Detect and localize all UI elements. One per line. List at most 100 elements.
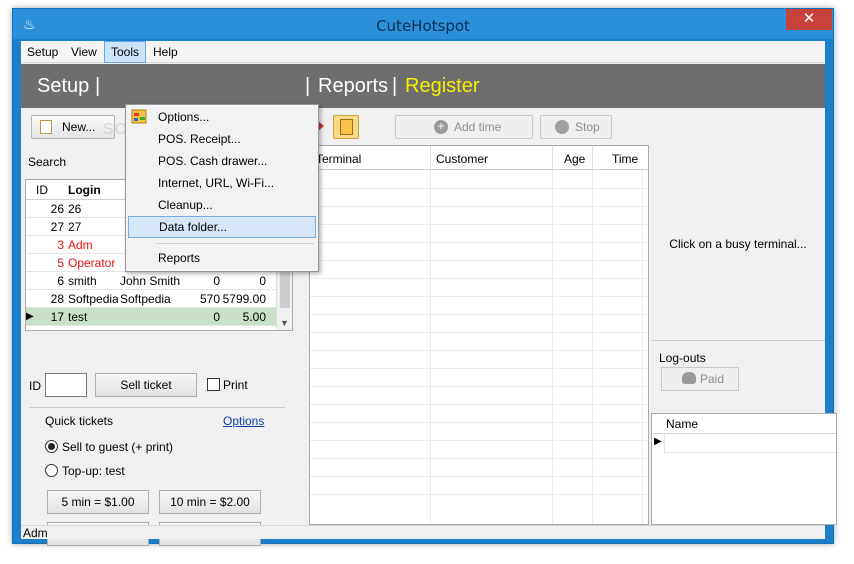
- col-time-header[interactable]: Time: [612, 152, 638, 166]
- cell-id: 17: [50, 310, 64, 324]
- cell-minutes: 0: [213, 274, 220, 288]
- grid-line: [310, 206, 648, 207]
- table-row[interactable]: 28 Softpedia Softpedia 570 5799.00: [26, 290, 284, 308]
- scroll-thumb[interactable]: [280, 272, 290, 308]
- grid-line: [310, 422, 648, 423]
- cell-id: 26: [50, 202, 64, 216]
- current-row-arrow-icon: ▶: [654, 436, 662, 447]
- menu-item-data-folder[interactable]: Data folder...: [128, 216, 316, 238]
- col-terminal-header[interactable]: Terminal: [316, 152, 361, 166]
- logouts-label: Log-outs: [659, 351, 706, 365]
- nav-setup[interactable]: Setup: [37, 75, 89, 98]
- add-time-label: Add time: [454, 120, 502, 134]
- grid-line: [310, 278, 648, 279]
- menu-item-reports[interactable]: Reports: [128, 247, 316, 269]
- status-current-user: Adm: [23, 526, 48, 540]
- terminals-grid[interactable]: Terminal Customer Age Time: [309, 145, 649, 525]
- col-name-header[interactable]: Name: [666, 417, 698, 431]
- col-id-header[interactable]: ID: [36, 183, 48, 197]
- col-login-header[interactable]: Login: [68, 183, 101, 197]
- tools-dropdown-menu: Options... POS. Receipt... POS. Cash dra…: [125, 104, 319, 272]
- money-bag-icon: [682, 372, 696, 384]
- grid-line: [310, 224, 648, 225]
- menu-item-options[interactable]: Options...: [128, 106, 316, 128]
- col-age-header[interactable]: Age: [564, 152, 585, 166]
- menu-item-pos-cash-drawer[interactable]: POS. Cash drawer...: [128, 150, 316, 172]
- cell-id: 5: [57, 256, 64, 270]
- app-window: ♨ CuteHotspot ✕ Setup View Tools Help Se…: [12, 8, 837, 546]
- quick-ticket-5min-button[interactable]: 5 min = $1.00: [47, 490, 149, 514]
- cell-login: Operator: [68, 256, 116, 270]
- menu-setup[interactable]: Setup: [21, 41, 64, 63]
- cell-login: 27: [68, 220, 82, 234]
- radio-topup[interactable]: [45, 464, 58, 477]
- grid-line: [310, 458, 648, 459]
- grid-line: [310, 260, 648, 261]
- cell-login: test: [68, 310, 88, 324]
- nav-register[interactable]: Register: [405, 75, 479, 98]
- nav-reports[interactable]: Reports: [318, 75, 388, 98]
- ticket-icon: [340, 119, 353, 135]
- column-line: [592, 170, 593, 524]
- column-line: [642, 170, 643, 524]
- menu-view[interactable]: View: [65, 41, 103, 63]
- grid-line: [310, 386, 648, 387]
- scroll-down-icon[interactable]: ▼: [280, 318, 289, 328]
- details-panel: Click on a busy terminal... Log-outs Pai…: [651, 145, 837, 525]
- busy-terminal-hint: Click on a busy terminal...: [669, 237, 807, 251]
- grid-line: [310, 368, 648, 369]
- table-row[interactable]: 6 smith John Smith 0 0: [26, 272, 284, 290]
- section-nav: Setup | | Reports | Register: [21, 64, 825, 108]
- grid-line: [310, 476, 648, 477]
- new-document-icon: [40, 120, 52, 134]
- cell-name: John Smith: [120, 274, 180, 288]
- sell-ticket-button[interactable]: Sell ticket: [95, 373, 197, 397]
- grid-line: [310, 350, 648, 351]
- close-button[interactable]: ✕: [786, 9, 832, 30]
- grid-line: [310, 242, 648, 243]
- grid-line: [310, 440, 648, 441]
- ticket-toggle-button[interactable]: [333, 115, 359, 139]
- menu-item-internet-url-wifi[interactable]: Internet, URL, Wi-Fi...: [128, 172, 316, 194]
- cell-balance: 0: [259, 274, 266, 288]
- column-divider: [592, 146, 593, 170]
- print-checkbox[interactable]: [207, 378, 220, 391]
- print-label: Print: [223, 378, 248, 392]
- menu-item-pos-receipt[interactable]: POS. Receipt...: [128, 128, 316, 150]
- radio-sell-guest[interactable]: [45, 440, 58, 453]
- cell-login: Adm: [68, 238, 93, 252]
- column-line: [430, 170, 431, 524]
- radio-dot-icon: [48, 443, 55, 450]
- menu-bar: Setup View Tools Help: [21, 41, 825, 63]
- paid-label: Paid: [700, 372, 725, 386]
- stop-button[interactable]: Stop: [540, 115, 612, 139]
- grid-line: [310, 314, 648, 315]
- menu-help[interactable]: Help: [147, 41, 184, 63]
- quick-ticket-10min-button[interactable]: 10 min = $2.00: [159, 490, 261, 514]
- grid-line: [310, 404, 648, 405]
- cell-id: 6: [57, 274, 64, 288]
- grid-line: [310, 332, 648, 333]
- id-label: ID: [29, 379, 41, 393]
- table-row[interactable]: ▶ 17 test 0 5.00: [26, 308, 284, 326]
- menu-tools[interactable]: Tools: [104, 41, 147, 63]
- grid-line: [310, 494, 648, 495]
- grid-line: [664, 452, 836, 453]
- col-customer-header[interactable]: Customer: [436, 152, 488, 166]
- cell-minutes: 0: [213, 310, 220, 324]
- cell-balance: 5799.00: [222, 292, 266, 306]
- current-row-arrow-icon: ▶: [26, 311, 34, 322]
- add-time-button[interactable]: + Add time: [395, 115, 533, 139]
- column-line: [552, 170, 553, 524]
- title-bar[interactable]: ♨ CuteHotspot ✕: [13, 9, 833, 39]
- terminal-details: Click on a busy terminal...: [651, 145, 825, 341]
- ticket-id-row: ID Sell ticket Print: [21, 373, 293, 399]
- radio-sell-guest-label: Sell to guest (+ print): [62, 440, 174, 454]
- menu-item-cleanup[interactable]: Cleanup...: [128, 194, 316, 216]
- paid-button[interactable]: Paid: [661, 367, 739, 391]
- status-bar: Adm: [21, 525, 825, 540]
- ticket-id-input[interactable]: [45, 373, 87, 397]
- logouts-grid[interactable]: Name ▶: [651, 413, 837, 525]
- options-link[interactable]: Options: [223, 414, 264, 428]
- window-title: CuteHotspot: [376, 17, 470, 35]
